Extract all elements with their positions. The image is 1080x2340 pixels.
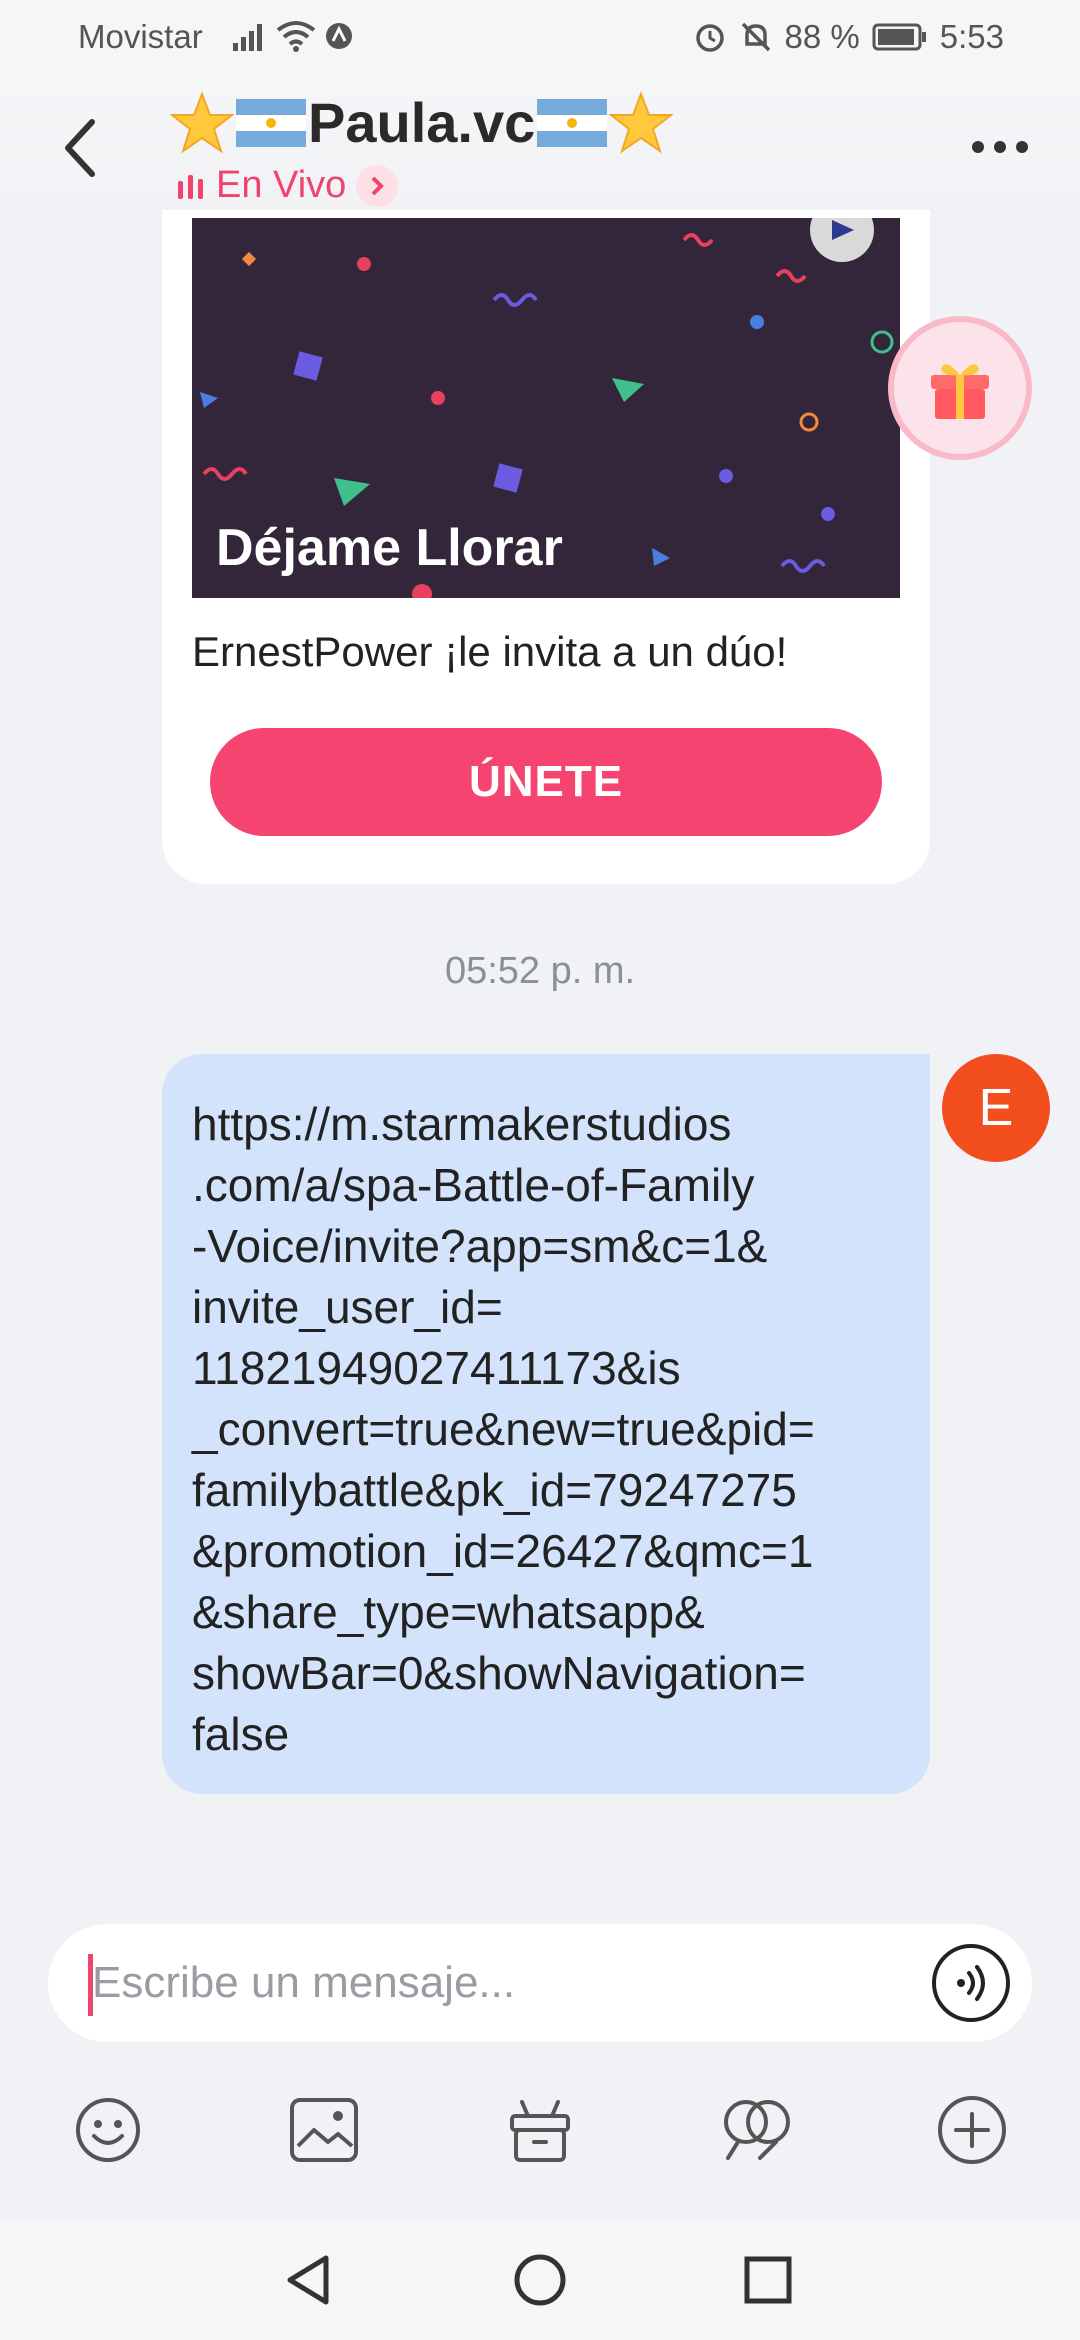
message-line[interactable]: .com/a/spa-Battle-of-Family [192,1155,900,1216]
image-button[interactable] [286,2092,362,2168]
message-line[interactable]: 11821949027411173&is [192,1338,900,1399]
battery-percent: 88 % [784,18,860,55]
more-options-button[interactable] [972,132,1032,162]
message-line[interactable]: showBar=0&showNavigation= [192,1643,900,1704]
voice-message-button[interactable] [932,1944,1010,2022]
alarm-icon [695,24,724,52]
nav-recents-button[interactable] [738,2250,798,2310]
duet-invite-card[interactable]: Déjame Llorar ErnestPower ¡le invita a u… [162,210,930,884]
chat-title-text: Paula.vc [308,91,536,154]
message-line[interactable]: https://m.starmakerstudios [192,1094,900,1155]
gift-icon [510,2100,570,2162]
live-indicator[interactable]: En Vivo [176,164,399,207]
vpn-icon [326,23,352,49]
message-composer[interactable] [48,1924,1032,2042]
join-button[interactable]: ÚNETE [210,728,882,836]
message-line[interactable]: &promotion_id=26427&qmc=1 [192,1521,900,1582]
message-line[interactable]: false [192,1704,900,1765]
star-icon [170,90,234,153]
home-nav-icon [514,2254,566,2306]
chevron-left-icon [65,119,95,177]
clock: 5:53 [939,18,1004,55]
more-dot [972,141,984,153]
floating-gift-button[interactable] [888,316,1032,460]
plus-icon [938,2096,1006,2164]
sent-message-bubble[interactable]: https://m.starmakerstudios .com/a/spa-Ba… [162,1054,930,1794]
song-banner[interactable]: Déjame Llorar [192,218,900,598]
status-bar: Movistar 88 % 5:53 [0,0,1080,72]
voice-wave-icon [957,1965,985,2001]
carrier-label: Movistar [78,18,203,55]
mute-icon [741,22,770,52]
image-icon [290,2098,358,2162]
live-label: En Vivo [216,164,347,206]
chat-header: Paula.vc En Vivo [0,72,1080,222]
message-line[interactable]: familybattle&pk_id=79247275 [192,1460,900,1521]
message-line[interactable]: -Voice/invite?app=sm&c=1& [192,1216,900,1277]
chat-toolbar [0,2070,1080,2190]
avatar[interactable]: E [942,1054,1050,1162]
message-input[interactable] [92,1942,912,2024]
argentina-flag-icon [537,98,608,147]
nav-back-button[interactable] [278,2250,338,2310]
battery-icon [872,23,926,51]
wifi-icon [276,21,316,52]
song-title: Déjame Llorar [216,519,563,577]
star-icon [609,90,674,153]
message-line[interactable]: &share_type=whatsapp& [192,1582,900,1643]
more-dot [994,141,1006,153]
argentina-flag-icon [236,98,306,147]
back-nav-icon [287,2255,329,2305]
emoji-icon [76,2098,140,2162]
signal-icon [233,24,262,51]
connectivity-icons [232,20,354,52]
gift-button[interactable] [502,2092,578,2168]
message-line[interactable]: _convert=true&new=true&pid= [192,1399,900,1460]
live-bars-icon [178,174,203,199]
duet-button[interactable] [720,2092,796,2168]
nav-home-button[interactable] [510,2250,570,2310]
recents-nav-icon [744,2256,792,2304]
chevron-right-icon [356,164,399,207]
emoji-button[interactable] [70,2092,146,2168]
more-dot [1016,141,1028,153]
system-nav-bar [0,2222,1080,2340]
more-actions-button[interactable] [934,2092,1010,2168]
message-line[interactable]: invite_user_id= [192,1277,900,1338]
status-right: 88 % 5:53 [693,18,1004,56]
back-button[interactable] [56,116,106,180]
message-timestamp: 05:52 p. m. [444,950,636,992]
gift-box-icon [931,364,989,419]
duet-icon [724,2100,790,2160]
chat-title[interactable]: Paula.vc [170,90,674,155]
invite-text: ErnestPower ¡le invita a un dúo! [192,628,788,675]
